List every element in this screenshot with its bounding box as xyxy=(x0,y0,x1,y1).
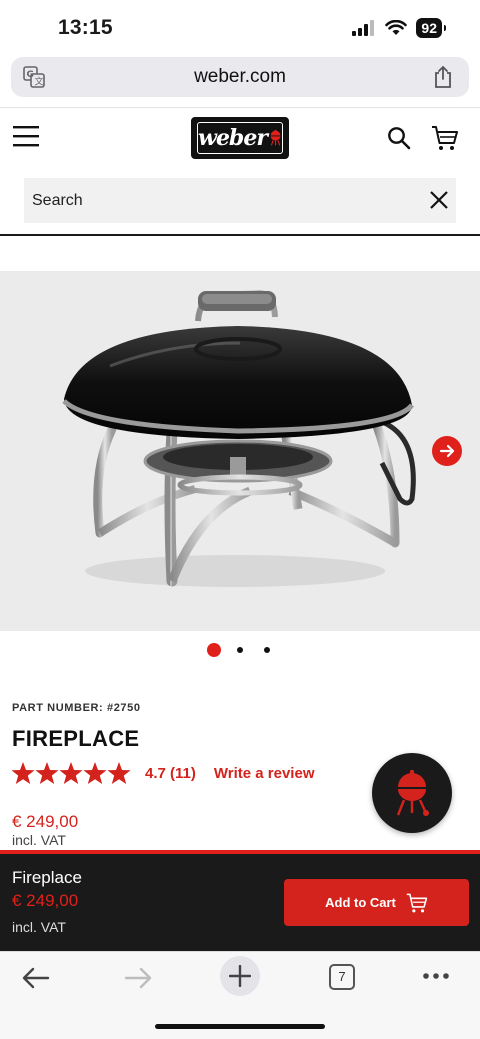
back-icon[interactable] xyxy=(22,966,50,990)
cellular-signal-icon xyxy=(352,20,375,36)
forward-icon[interactable] xyxy=(124,966,152,990)
new-tab-button[interactable] xyxy=(220,956,260,996)
star-icon xyxy=(107,762,131,784)
status-bar: 13:15 92 xyxy=(0,0,480,56)
grill-assistant-button[interactable] xyxy=(372,753,452,833)
logo-text: weber xyxy=(198,125,268,151)
cart-icon[interactable] xyxy=(431,124,459,152)
part-number: PART NUMBER: #2750 xyxy=(12,702,141,714)
status-indicators: 92 xyxy=(352,18,446,38)
address-bar[interactable]: G 文 weber.com xyxy=(11,57,469,97)
sticky-cart-bar: Fireplace € 249,00 incl. VAT Add to Cart xyxy=(0,850,480,951)
plus-icon xyxy=(229,965,251,987)
search-bar xyxy=(24,178,456,223)
star-icon xyxy=(11,762,35,784)
wifi-icon xyxy=(385,20,408,35)
rating-row: 4.7 (11) Write a review xyxy=(11,760,314,786)
url-text[interactable]: weber.com xyxy=(11,66,469,88)
carousel-dot-1[interactable] xyxy=(207,643,221,657)
close-icon[interactable] xyxy=(430,191,448,209)
kettle-grill-logo-icon xyxy=(270,129,281,146)
menu-icon[interactable] xyxy=(13,124,39,148)
search-input[interactable] xyxy=(24,178,404,223)
rating-value[interactable]: 4.7 (11) xyxy=(145,765,196,782)
cart-icon xyxy=(406,893,428,912)
status-time: 13:15 xyxy=(58,16,113,39)
carousel-dot-2[interactable] xyxy=(237,647,243,653)
fireplace-product-illustration xyxy=(62,289,416,587)
grill-icon xyxy=(396,770,429,816)
star-icon xyxy=(83,762,107,784)
more-icon[interactable] xyxy=(422,972,450,980)
write-review-link[interactable]: Write a review xyxy=(214,765,315,782)
logo-frame: weber xyxy=(197,122,283,154)
carousel-next-button[interactable] xyxy=(432,436,462,466)
battery-indicator: 92 xyxy=(416,18,446,38)
arrow-right-icon xyxy=(439,444,455,458)
product-title: FIREPLACE xyxy=(12,726,140,751)
share-icon[interactable] xyxy=(433,65,453,89)
sticky-price: € 249,00 xyxy=(12,891,79,910)
rating-stars[interactable] xyxy=(11,761,131,785)
carousel-dot-3[interactable] xyxy=(264,647,270,653)
tabs-button[interactable]: 7 xyxy=(329,964,355,990)
search-icon[interactable] xyxy=(387,126,411,150)
star-icon xyxy=(59,762,83,784)
sticky-vat-note: incl. VAT xyxy=(12,919,66,935)
add-to-cart-label: Add to Cart xyxy=(325,895,396,910)
divider xyxy=(0,107,480,108)
weber-logo[interactable]: weber xyxy=(191,117,289,159)
add-to-cart-button[interactable]: Add to Cart xyxy=(284,879,469,926)
sticky-product-name: Fireplace xyxy=(12,868,82,887)
header-divider xyxy=(0,234,480,236)
star-icon xyxy=(35,762,59,784)
vat-note: incl. VAT xyxy=(12,832,66,848)
product-price: € 249,00 xyxy=(12,812,79,831)
carousel-dots xyxy=(207,643,270,657)
home-indicator xyxy=(155,1024,325,1029)
product-image[interactable] xyxy=(0,271,480,631)
